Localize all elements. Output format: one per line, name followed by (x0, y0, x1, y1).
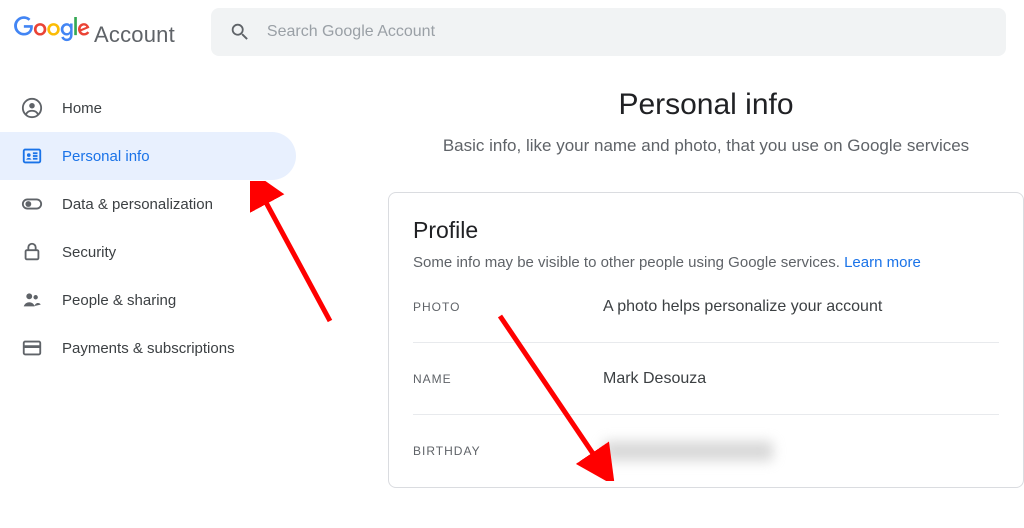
row-value-blurred (603, 441, 773, 461)
people-icon (20, 289, 44, 311)
row-label: BIRTHDAY (413, 444, 603, 458)
nav-home[interactable]: Home (0, 84, 296, 132)
page-subtitle: Basic info, like your name and photo, th… (388, 136, 1024, 156)
profile-card: Profile Some info may be visible to othe… (388, 192, 1024, 488)
sidebar: Home Personal info (0, 64, 296, 488)
nav-data-personalization[interactable]: Data & personalization (0, 180, 296, 228)
row-label: PHOTO (413, 300, 603, 314)
nav-personal-info[interactable]: Personal info (0, 132, 296, 180)
nav-label: Security (62, 244, 116, 261)
google-logo-icon (14, 16, 90, 42)
nav-security[interactable]: Security (0, 228, 296, 276)
profile-name-row[interactable]: NAME Mark Desouza (413, 343, 999, 415)
row-value: Mark Desouza (603, 370, 706, 388)
credit-card-icon (20, 337, 44, 359)
profile-birthday-row[interactable]: BIRTHDAY (413, 415, 999, 487)
row-label: NAME (413, 372, 603, 386)
google-account-logo[interactable]: Account (8, 16, 175, 48)
nav-label: Home (62, 100, 102, 117)
person-circle-icon (20, 97, 44, 119)
nav-label: Personal info (62, 148, 150, 165)
account-word: Account (94, 22, 175, 48)
learn-more-link[interactable]: Learn more (844, 254, 921, 271)
profile-subtitle: Some info may be visible to other people… (413, 254, 999, 271)
main-content: Personal info Basic info, like your name… (296, 64, 1024, 488)
row-value: A photo helps personalize your account (603, 298, 882, 316)
nav-label: Payments & subscriptions (62, 340, 235, 357)
nav-people-sharing[interactable]: People & sharing (0, 276, 296, 324)
nav-payments-subscriptions[interactable]: Payments & subscriptions (0, 324, 296, 372)
search-bar[interactable] (211, 8, 1006, 56)
profile-title: Profile (413, 217, 999, 244)
nav-label: Data & personalization (62, 196, 213, 213)
lock-icon (20, 241, 44, 263)
page-title: Personal info (388, 88, 1024, 122)
toggle-icon (20, 193, 44, 215)
id-card-icon (20, 145, 44, 167)
search-input[interactable] (267, 23, 988, 41)
nav-label: People & sharing (62, 292, 176, 309)
header: Account (0, 0, 1024, 64)
profile-photo-row[interactable]: PHOTO A photo helps personalize your acc… (413, 271, 999, 343)
search-icon (229, 21, 251, 43)
